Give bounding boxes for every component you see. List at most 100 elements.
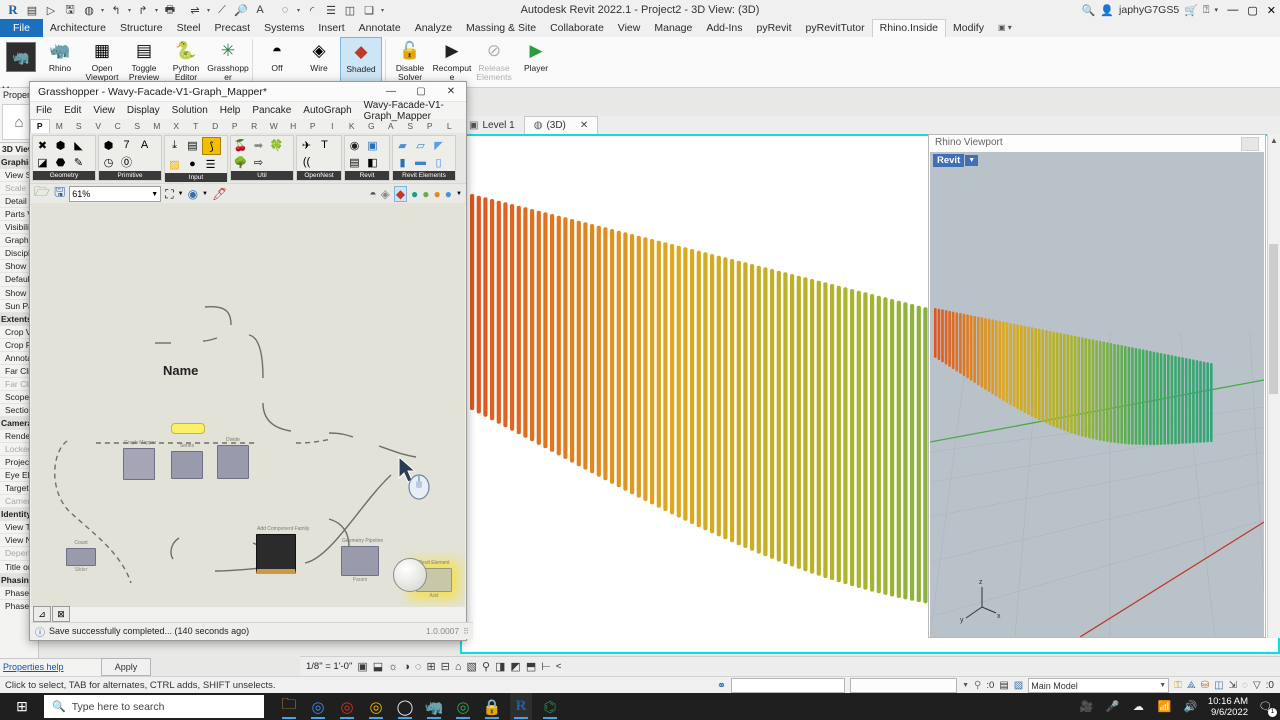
ribbon-tab-view[interactable]: View	[611, 20, 648, 37]
graph-mapper-icon[interactable]: ⟆	[202, 137, 221, 155]
taskbar-chrome-icon[interactable]: ◎	[307, 693, 329, 720]
editable-only-icon[interactable]: ▨	[1014, 680, 1023, 691]
gh-tab-11[interactable]: R	[245, 121, 265, 131]
taskbar-lock-app-icon[interactable]: 🔒	[481, 693, 503, 720]
ribbon-tab-insert[interactable]: Insert	[311, 20, 351, 37]
t-icon[interactable]: T	[316, 137, 333, 153]
tree-icon[interactable]: 🌳	[232, 154, 249, 170]
ribbon-button-rhino[interactable]: 🦏Rhino	[39, 37, 81, 85]
taskbar-file-explorer-icon[interactable]: 🗀	[278, 693, 300, 720]
minimize-icon[interactable]: —	[1227, 4, 1238, 16]
beam-icon[interactable]: ▬	[412, 154, 429, 170]
chevron-down-icon[interactable]: ▼	[962, 682, 969, 689]
help-icon[interactable]: ⍰	[1203, 4, 1210, 17]
revit-query-icon[interactable]: ◉	[346, 137, 363, 153]
ribbon-tab-pyrevittutor[interactable]: pyRevitTutor	[799, 20, 872, 37]
ribbon-tab-architecture[interactable]: Architecture	[43, 20, 113, 37]
select-by-face-icon[interactable]: ◫	[1214, 680, 1223, 691]
visual-style-icon[interactable]: ⬓	[373, 660, 383, 673]
chevron-down-icon[interactable]: ▼	[1159, 682, 1166, 689]
gh-tab-10[interactable]: P	[225, 121, 245, 131]
gh-tab-19[interactable]: S	[401, 121, 421, 131]
ribbon-tab-collaborate[interactable]: Collaborate	[543, 20, 611, 37]
ribbon-tab-rhino-inside[interactable]: Rhino.Inside	[872, 19, 946, 37]
gh-menu-display[interactable]: Display	[127, 105, 160, 116]
ribbon-tab-steel[interactable]: Steel	[170, 20, 208, 37]
ribbon-tab-bar[interactable]: FileArchitectureStructureSteelPrecastSys…	[0, 20, 1280, 38]
ribbon-button-wire[interactable]: ◈Wire	[298, 37, 340, 85]
gh-tab-14[interactable]: P	[303, 121, 323, 131]
taskbar-revit-icon[interactable]: R	[510, 693, 532, 720]
grasshopper-component-panels[interactable]: ✖⬢◣◪⬣✎Geometry⬢7A◷⓪Primitive⤓▤⟆▨●☰Input🍒…	[30, 133, 466, 183]
hops-icon[interactable]: 🍀	[268, 137, 285, 153]
gh-tab-4[interactable]: C	[108, 121, 128, 131]
preview-wire-icon[interactable]: ◈	[381, 187, 390, 201]
crop-region-icon[interactable]: ⊟	[441, 660, 450, 673]
gh-tab-7[interactable]: X	[167, 121, 187, 131]
cherry-icon[interactable]: 🍒	[232, 137, 249, 153]
ribbon-tab-modify[interactable]: Modify	[946, 20, 991, 37]
point-icon[interactable]: ✖	[34, 137, 51, 153]
account-icon[interactable]: 👤	[1100, 4, 1114, 17]
close-icon[interactable]: ✕	[436, 82, 466, 101]
gh-menu-view[interactable]: View	[93, 105, 115, 116]
ribbon-button-python-editor[interactable]: 🐍Python Editor	[165, 37, 207, 85]
zoom-level-select[interactable]: 61% ▼	[69, 186, 161, 202]
chevron-down-icon[interactable]: ▼	[202, 191, 208, 197]
preview-eye-icon[interactable]: ◉	[188, 187, 198, 201]
ribbon-button-open-viewport[interactable]: ▦Open Viewport	[81, 37, 123, 85]
ribbon-button-disable-solver[interactable]: 🔓Disable Solver	[389, 37, 431, 85]
gh-tab-8[interactable]: T	[186, 121, 206, 131]
sun-path-icon[interactable]: ☼	[388, 661, 398, 673]
chevron-down-icon[interactable]: ▼	[965, 155, 978, 166]
grasshopper-menu-bar[interactable]: FileEditViewDisplaySolutionHelpPancakeAu…	[30, 102, 466, 119]
ribbon-button-shaded[interactable]: ◆Shaded	[340, 37, 382, 85]
view-control-more[interactable]: <	[556, 661, 562, 672]
gh-node-revit-comp[interactable]: Add Component Family	[256, 534, 296, 574]
crop-view-icon[interactable]: ⊞	[426, 660, 435, 673]
column-icon[interactable]: ▮	[394, 154, 411, 170]
reveal-constraints-icon[interactable]: ⚲	[482, 660, 490, 673]
taskbar-clock[interactable]: 10:16 AM 9/6/2022	[1208, 696, 1248, 718]
ribbon-tab-precast[interactable]: Precast	[208, 20, 258, 37]
taskbar-rhino-icon[interactable]: ◯	[394, 693, 416, 720]
sphere-green-icon[interactable]: ●	[422, 187, 429, 201]
ribbon-tab-systems[interactable]: Systems	[257, 20, 311, 37]
select-underlay-icon[interactable]: ⟁	[1187, 680, 1196, 691]
ribbon-button-player[interactable]: ▶Player	[515, 37, 557, 85]
preview-shaded-icon[interactable]: ◆	[394, 186, 407, 202]
ribbon-button-off[interactable]: ◓Off	[256, 37, 298, 85]
gh-tab-16[interactable]: K	[342, 121, 362, 131]
gh-node-series[interactable]: Series	[171, 451, 203, 479]
gh-menu-edit[interactable]: Edit	[64, 105, 81, 116]
text-icon[interactable]: A	[136, 137, 153, 153]
chevron-down-icon[interactable]: ▾	[1214, 6, 1218, 14]
title-right-tools[interactable]: 🔍 👤 japhyG7GS5 🛒 ⍰ ▾	[1082, 0, 1218, 20]
view-control-bar[interactable]: 1/8" = 1'-0" ▣ ⬓ ☼ ◑ ◌ ⊞ ⊟ ⌂ ▧ ⚲ ◨ ◩ ⬒ ⊢…	[300, 656, 1280, 676]
list-icon[interactable]: ☰	[202, 156, 219, 172]
scroll-up-icon[interactable]: ▲	[1270, 136, 1278, 145]
temporary-view-icon[interactable]: ◨	[495, 660, 505, 673]
ribbon-button-recompute[interactable]: ▶Recompute	[431, 37, 473, 85]
taskbar-grasshopper-icon[interactable]: ⌬	[539, 693, 561, 720]
maximize-icon[interactable]: ▢	[1247, 4, 1257, 17]
system-tray[interactable]: 🎥 🎤 ☁ 📶 🔊 10:16 AM 9/6/2022 🗨 1	[1078, 693, 1280, 720]
wave-icon[interactable]: ((	[298, 154, 315, 170]
ribbon-tab-massing-site[interactable]: Massing & Site	[459, 20, 543, 37]
gh-tab-1[interactable]: M	[50, 121, 70, 131]
gh-tab-12[interactable]: W	[264, 121, 284, 131]
wall-icon[interactable]: ▰	[394, 137, 411, 153]
taskbar-chrome-beta-icon[interactable]: ◎	[452, 693, 474, 720]
preview-off-icon[interactable]: ◓	[369, 187, 376, 201]
hexagon-icon[interactable]: ⬢	[100, 137, 117, 153]
grasshopper-mini-toolbar[interactable]: ⊿ ⊠	[33, 606, 70, 622]
circle-icon[interactable]: ⬢	[52, 137, 69, 153]
sphere-teal-icon[interactable]: ●	[411, 187, 418, 201]
taskbar-app-buttons[interactable]: 🗀◎◎◎◯🦏◎🔒R⌬	[278, 693, 561, 720]
ribbon-tab-file[interactable]: File	[0, 19, 43, 37]
workset-select[interactable]: Main Model ▼	[1028, 678, 1169, 693]
gh-menu-solution[interactable]: Solution	[172, 105, 208, 116]
sphere-orange-icon[interactable]: ●	[434, 187, 441, 201]
active-workset-icon[interactable]: ▤	[999, 680, 1008, 691]
gh-tab-9[interactable]: D	[206, 121, 226, 131]
